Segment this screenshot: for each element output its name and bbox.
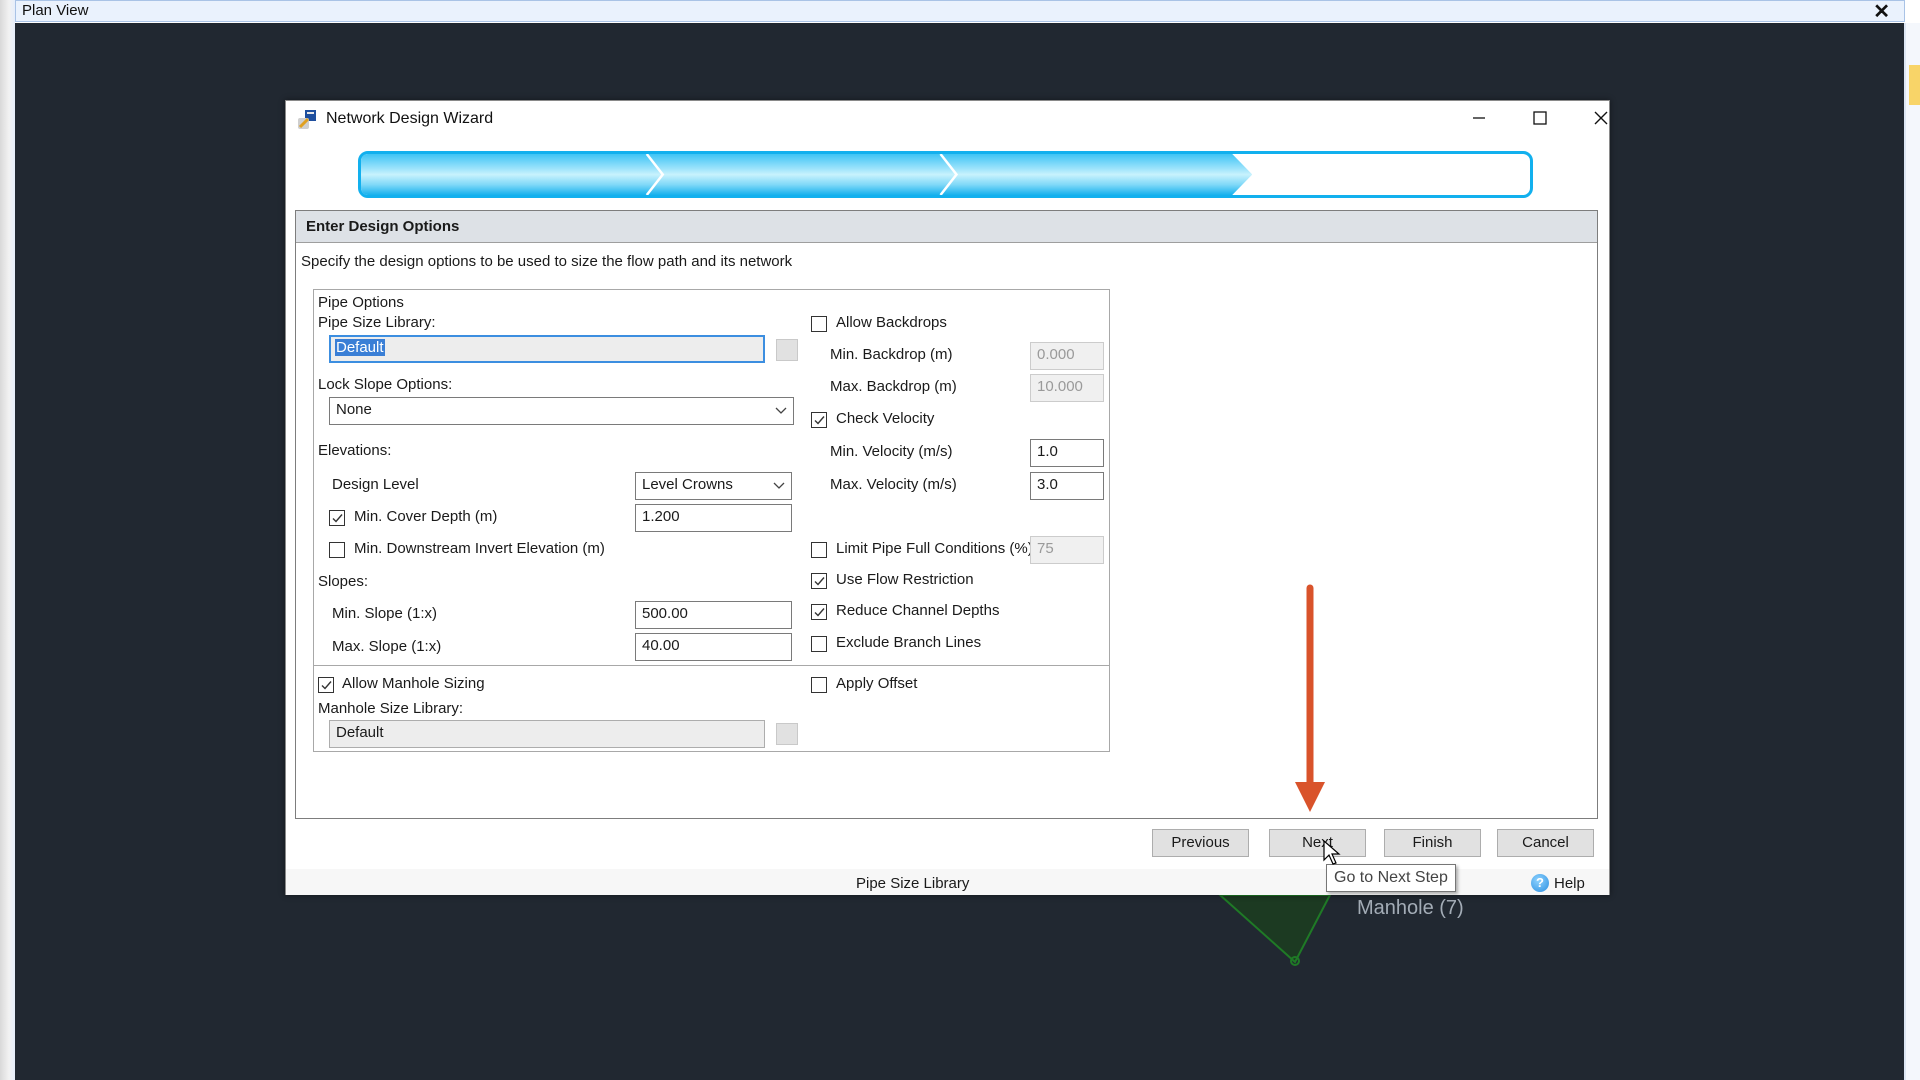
step-description: Specify the design options to be used to… <box>301 253 793 270</box>
step-title: Enter Design Options <box>306 218 460 235</box>
allow-manhole-sizing-label: Allow Manhole Sizing <box>342 675 485 692</box>
check-velocity-label: Check Velocity <box>836 410 935 427</box>
step-header: Enter Design Options <box>296 211 1597 243</box>
slopes-label: Slopes: <box>318 573 369 590</box>
min-backdrop-label: Min. Backdrop (m) <box>830 346 953 363</box>
min-velocity-label: Min. Velocity (m/s) <box>830 443 953 460</box>
design-level-dropdown[interactable]: Level Crowns <box>635 472 792 500</box>
step-divider-chevron <box>645 154 665 195</box>
limit-pipe-full-checkbox[interactable] <box>811 542 827 558</box>
dialog-title: Network Design Wizard <box>326 110 494 127</box>
wizard-step-dividers <box>645 154 959 195</box>
next-button[interactable]: Next <box>1269 829 1366 857</box>
wizard-app-icon <box>298 110 316 129</box>
cancel-button[interactable]: Cancel <box>1497 829 1594 857</box>
exclude-branch-lines-checkbox[interactable] <box>811 636 827 652</box>
wizard-progress-bar <box>358 151 1533 198</box>
lock-slope-options-value: None <box>336 401 372 418</box>
max-velocity-label: Max. Velocity (m/s) <box>830 476 957 493</box>
apply-offset-checkbox[interactable] <box>811 677 827 693</box>
manhole-size-library-browse-button[interactable] <box>776 723 798 745</box>
left-dock-strip <box>0 0 15 1080</box>
checkmark-icon <box>814 577 825 586</box>
min-backdrop-input[interactable]: 0.000 <box>1030 342 1104 370</box>
pipe-options-label: Pipe Options <box>318 294 404 311</box>
checkmark-icon <box>814 608 825 617</box>
limit-pipe-full-label: Limit Pipe Full Conditions (%) <box>836 540 1033 557</box>
help-label: Help <box>1554 874 1585 892</box>
network-design-wizard-dialog: Network Design Wizard Enter Design Optio… <box>285 100 1610 895</box>
design-level-label: Design Level <box>332 476 419 493</box>
check-velocity-checkbox[interactable] <box>811 412 827 428</box>
chevron-down-icon <box>775 407 787 414</box>
close-icon <box>1594 111 1608 125</box>
reduce-channel-depths-label: Reduce Channel Depths <box>836 602 1000 619</box>
maximize-icon <box>1533 111 1547 125</box>
limit-pipe-full-input[interactable]: 75 <box>1030 536 1104 564</box>
pipe-size-library-browse-button[interactable] <box>776 339 798 361</box>
pipe-size-library-field[interactable]: Default <box>329 335 765 363</box>
pipe-size-library-label: Pipe Size Library: <box>318 314 436 331</box>
next-button-tooltip: Go to Next Step <box>1326 864 1456 892</box>
design-level-value: Level Crowns <box>642 476 733 493</box>
manhole-size-library-field[interactable]: Default <box>329 720 765 748</box>
plan-view-header: Plan View ✕ <box>15 0 1905 24</box>
step-panel: Enter Design Options Specify the design … <box>295 210 1598 819</box>
apply-offset-label: Apply Offset <box>836 675 918 692</box>
right-dock-strip <box>1904 23 1920 1080</box>
min-cover-depth-label: Min. Cover Depth (m) <box>354 508 498 525</box>
chevron-down-icon <box>773 482 785 489</box>
allow-backdrops-label: Allow Backdrops <box>836 314 947 331</box>
group-separator <box>314 665 1109 666</box>
minimize-button[interactable] <box>1456 103 1502 133</box>
max-slope-input[interactable]: 40.00 <box>635 633 792 661</box>
help-link[interactable]: ? Help <box>1531 874 1585 892</box>
checkmark-icon <box>321 681 332 690</box>
maximize-button[interactable] <box>1517 103 1563 133</box>
min-cover-depth-checkbox[interactable] <box>329 510 345 526</box>
use-flow-restriction-checkbox[interactable] <box>811 573 827 589</box>
max-velocity-input[interactable]: 3.0 <box>1030 472 1104 500</box>
right-dock-marker[interactable] <box>1909 65 1920 105</box>
elevations-label: Elevations: <box>318 442 392 459</box>
step-divider-chevron <box>939 154 959 195</box>
checkmark-icon <box>332 514 343 523</box>
plan-view-title: Plan View <box>22 2 89 19</box>
min-downstream-invert-label: Min. Downstream Invert Elevation (m) <box>354 540 605 557</box>
allow-manhole-sizing-checkbox[interactable] <box>318 677 334 693</box>
lock-slope-options-dropdown[interactable]: None <box>329 397 794 425</box>
min-slope-label: Min. Slope (1:x) <box>332 605 438 622</box>
status-text: Pipe Size Library <box>856 875 970 892</box>
max-backdrop-input[interactable]: 10.000 <box>1030 374 1104 402</box>
exclude-branch-lines-label: Exclude Branch Lines <box>836 634 982 651</box>
checkmark-icon <box>814 416 825 425</box>
max-slope-label: Max. Slope (1:x) <box>332 638 442 655</box>
close-button[interactable] <box>1578 103 1624 133</box>
allow-backdrops-checkbox[interactable] <box>811 316 827 332</box>
pipe-size-library-value: Default <box>335 339 385 356</box>
help-icon: ? <box>1531 874 1549 892</box>
min-cover-depth-input[interactable]: 1.200 <box>635 504 792 532</box>
min-downstream-invert-checkbox[interactable] <box>329 542 345 558</box>
min-velocity-input[interactable]: 1.0 <box>1030 439 1104 467</box>
min-slope-input[interactable]: 500.00 <box>635 601 792 629</box>
reduce-channel-depths-checkbox[interactable] <box>811 604 827 620</box>
previous-button[interactable]: Previous <box>1152 829 1249 857</box>
minimize-icon <box>1473 117 1485 119</box>
use-flow-restriction-label: Use Flow Restriction <box>836 571 974 588</box>
lock-slope-options-label: Lock Slope Options: <box>318 376 453 393</box>
manhole-label: Manhole (7) <box>1357 897 1464 919</box>
finish-button[interactable]: Finish <box>1384 829 1481 857</box>
max-backdrop-label: Max. Backdrop (m) <box>830 378 957 395</box>
manhole-size-library-label: Manhole Size Library: <box>318 700 464 717</box>
design-options-group: Pipe Options Pipe Size Library: Default … <box>313 289 1110 752</box>
plan-view-close-button[interactable]: ✕ <box>1873 0 1890 24</box>
